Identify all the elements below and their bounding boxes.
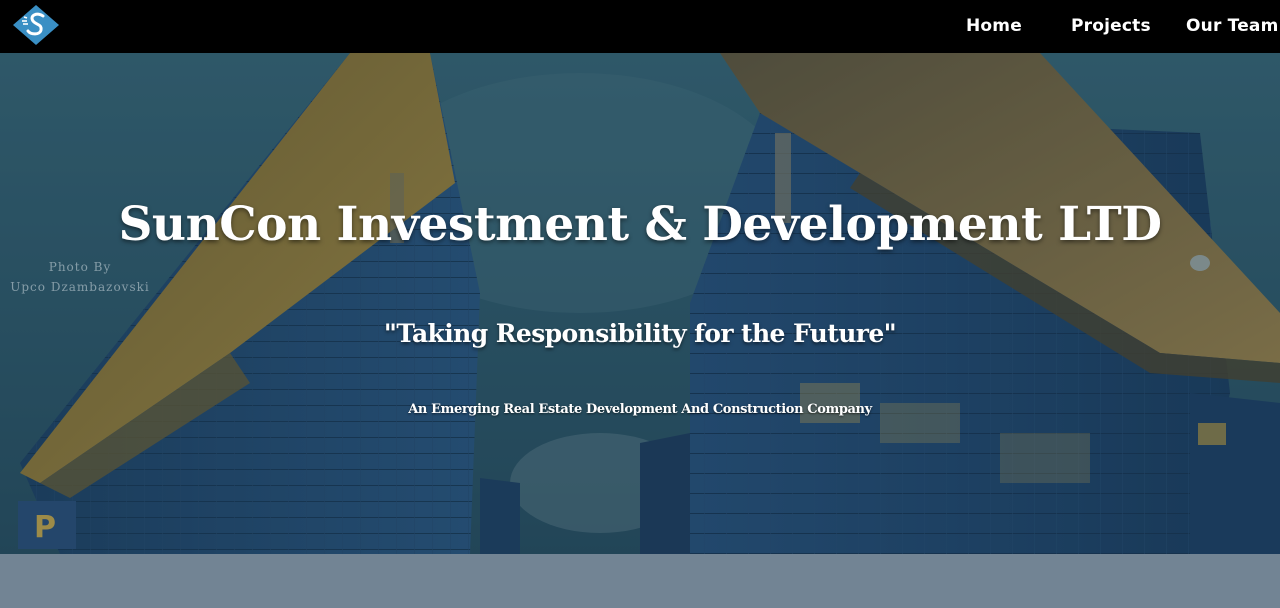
nav-link-our-team[interactable]: Our Team [1186,16,1279,36]
hero-subtitle: An Emerging Real Estate Development And … [408,402,872,417]
hero-dark-overlay [0,53,1280,554]
hero-section: P Photo By Upco Dzambazovski SunCon Inve… [0,53,1280,554]
photo-credit-line1: Photo By [48,260,112,274]
photo-credit-watermark: Photo By Upco Dzambazovski [0,257,160,297]
below-hero-band [0,554,1280,608]
hero-tagline: "Taking Responsibility for the Future" [383,319,897,348]
photo-credit-line2: Upco Dzambazovski [10,280,150,294]
top-navbar: Home Projects Our Team [0,0,1280,53]
nav-link-home[interactable]: Home [966,16,1022,36]
nav-link-projects[interactable]: Projects [1071,16,1151,36]
hero-title: SunCon Investment & Development LTD [118,197,1162,252]
brand-logo-icon[interactable] [12,4,60,46]
